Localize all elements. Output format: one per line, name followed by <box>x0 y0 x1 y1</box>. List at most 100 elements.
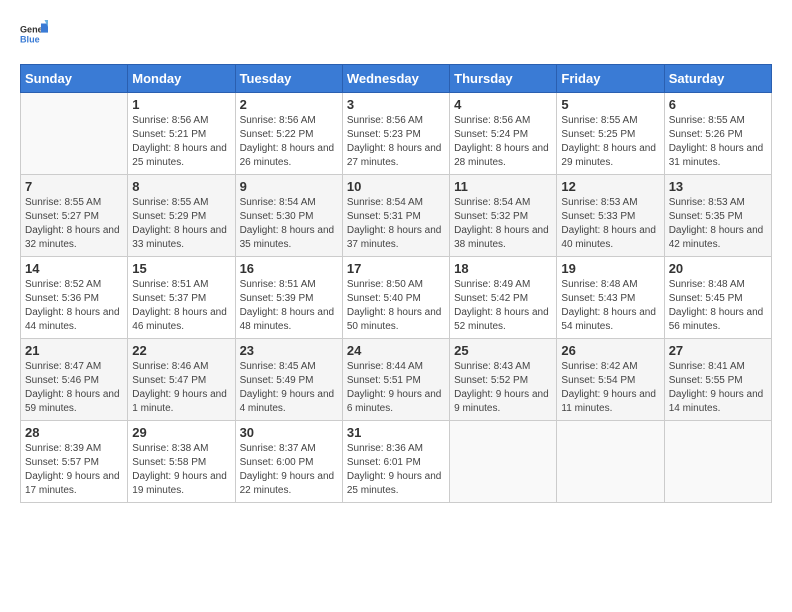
day-number: 14 <box>25 261 123 276</box>
day-info: Sunrise: 8:43 AMSunset: 5:52 PMDaylight:… <box>454 360 552 416</box>
calendar-cell: 27Sunrise: 8:41 AMSunset: 5:55 PMDayligh… <box>664 339 771 421</box>
calendar-cell: 8Sunrise: 8:55 AMSunset: 5:29 PMDaylight… <box>128 175 235 257</box>
calendar-cell: 6 Sunrise: 8:55 AMSunset: 5:26 PMDaylight… <box>664 93 771 175</box>
day-info: Sunrise: 8:54 AMSunset: 5:30 PMDaylight:… <box>240 196 338 252</box>
day-number: 16 <box>240 261 338 276</box>
day-info: Sunrise: 8:55 AMSunset: 5:25 PMDaylight:… <box>561 114 659 170</box>
calendar-cell: 31 Sunrise: 8:36 AMSunset: 6:01 PMDayligh… <box>342 421 449 503</box>
day-info: Sunrise: 8:42 AMSunset: 5:54 PMDaylight:… <box>561 360 659 416</box>
calendar-table: SundayMondayTuesdayWednesdayThursdayFrid… <box>20 64 772 503</box>
day-info: Sunrise: 8:53 AMSunset: 5:35 PMDaylight:… <box>669 196 767 252</box>
day-number: 11 <box>454 179 552 194</box>
weekday-header-saturday: Saturday <box>664 65 771 93</box>
day-number: 31 <box>347 425 445 440</box>
weekday-header-wednesday: Wednesday <box>342 65 449 93</box>
weekday-header-monday: Monday <box>128 65 235 93</box>
day-info: Sunrise: 8:52 AMSunset: 5:36 PMDaylight:… <box>25 278 123 334</box>
weekday-header-thursday: Thursday <box>450 65 557 93</box>
calendar-cell: 30 Sunrise: 8:37 AMSunset: 6:00 PMDayligh… <box>235 421 342 503</box>
calendar-cell: 23 Sunrise: 8:45 AMSunset: 5:49 PMDayligh… <box>235 339 342 421</box>
calendar-week-row: 1 Sunrise: 8:56 AMSunset: 5:21 PMDaylight… <box>21 93 772 175</box>
calendar-cell: 19Sunrise: 8:48 AMSunset: 5:43 PMDayligh… <box>557 257 664 339</box>
day-info: Sunrise: 8:54 AMSunset: 5:31 PMDaylight:… <box>347 196 445 252</box>
calendar-cell: 17 Sunrise: 8:50 AMSunset: 5:40 PMDayligh… <box>342 257 449 339</box>
calendar-cell: 3 Sunrise: 8:56 AMSunset: 5:23 PMDaylight… <box>342 93 449 175</box>
day-info: Sunrise: 8:38 AMSunset: 5:58 PMDaylight:… <box>132 442 230 498</box>
day-number: 15 <box>132 261 230 276</box>
calendar-cell: 1 Sunrise: 8:56 AMSunset: 5:21 PMDaylight… <box>128 93 235 175</box>
calendar-cell: 25 Sunrise: 8:43 AMSunset: 5:52 PMDayligh… <box>450 339 557 421</box>
day-info: Sunrise: 8:39 AMSunset: 5:57 PMDaylight:… <box>25 442 123 498</box>
calendar-cell: 26 Sunrise: 8:42 AMSunset: 5:54 PMDayligh… <box>557 339 664 421</box>
day-info: Sunrise: 8:37 AMSunset: 6:00 PMDaylight:… <box>240 442 338 498</box>
header: General Blue <box>20 20 772 48</box>
day-info: Sunrise: 8:36 AMSunset: 6:01 PMDaylight:… <box>347 442 445 498</box>
calendar-cell: 9Sunrise: 8:54 AMSunset: 5:30 PMDaylight… <box>235 175 342 257</box>
day-info: Sunrise: 8:48 AMSunset: 5:43 PMDaylight:… <box>561 278 659 334</box>
calendar-cell <box>21 93 128 175</box>
day-number: 7 <box>25 179 123 194</box>
day-number: 29 <box>132 425 230 440</box>
day-number: 24 <box>347 343 445 358</box>
day-number: 13 <box>669 179 767 194</box>
day-info: Sunrise: 8:54 AMSunset: 5:32 PMDaylight:… <box>454 196 552 252</box>
day-number: 17 <box>347 261 445 276</box>
calendar-cell: 20 Sunrise: 8:48 AMSunset: 5:45 PMDayligh… <box>664 257 771 339</box>
day-number: 20 <box>669 261 767 276</box>
day-number: 12 <box>561 179 659 194</box>
day-number: 6 <box>669 97 767 112</box>
calendar-cell: 28 Sunrise: 8:39 AMSunset: 5:57 PMDayligh… <box>21 421 128 503</box>
calendar-cell: 2Sunrise: 8:56 AMSunset: 5:22 PMDaylight… <box>235 93 342 175</box>
logo: General Blue <box>20 20 48 48</box>
day-info: Sunrise: 8:44 AMSunset: 5:51 PMDaylight:… <box>347 360 445 416</box>
day-number: 4 <box>454 97 552 112</box>
day-info: Sunrise: 8:50 AMSunset: 5:40 PMDaylight:… <box>347 278 445 334</box>
day-number: 30 <box>240 425 338 440</box>
calendar-cell: 4Sunrise: 8:56 AMSunset: 5:24 PMDaylight… <box>450 93 557 175</box>
calendar-cell: 12 Sunrise: 8:53 AMSunset: 5:33 PMDayligh… <box>557 175 664 257</box>
day-number: 1 <box>132 97 230 112</box>
calendar-cell: 18 Sunrise: 8:49 AMSunset: 5:42 PMDayligh… <box>450 257 557 339</box>
day-info: Sunrise: 8:55 AMSunset: 5:26 PMDaylight:… <box>669 114 767 170</box>
day-info: Sunrise: 8:47 AMSunset: 5:46 PMDaylight:… <box>25 360 123 416</box>
calendar-cell: 14 Sunrise: 8:52 AMSunset: 5:36 PMDayligh… <box>21 257 128 339</box>
day-info: Sunrise: 8:46 AMSunset: 5:47 PMDaylight:… <box>132 360 230 416</box>
day-number: 26 <box>561 343 659 358</box>
calendar-cell <box>450 421 557 503</box>
day-info: Sunrise: 8:55 AMSunset: 5:29 PMDaylight:… <box>132 196 230 252</box>
calendar-cell <box>664 421 771 503</box>
calendar-cell: 16 Sunrise: 8:51 AMSunset: 5:39 PMDayligh… <box>235 257 342 339</box>
day-info: Sunrise: 8:45 AMSunset: 5:49 PMDaylight:… <box>240 360 338 416</box>
calendar-week-row: 21 Sunrise: 8:47 AMSunset: 5:46 PMDayligh… <box>21 339 772 421</box>
calendar-cell: 29 Sunrise: 8:38 AMSunset: 5:58 PMDayligh… <box>128 421 235 503</box>
day-number: 23 <box>240 343 338 358</box>
day-number: 21 <box>25 343 123 358</box>
day-number: 18 <box>454 261 552 276</box>
weekday-header-friday: Friday <box>557 65 664 93</box>
calendar-cell <box>557 421 664 503</box>
weekday-header-tuesday: Tuesday <box>235 65 342 93</box>
day-number: 3 <box>347 97 445 112</box>
day-info: Sunrise: 8:56 AMSunset: 5:23 PMDaylight:… <box>347 114 445 170</box>
calendar-cell: 24 Sunrise: 8:44 AMSunset: 5:51 PMDayligh… <box>342 339 449 421</box>
day-info: Sunrise: 8:49 AMSunset: 5:42 PMDaylight:… <box>454 278 552 334</box>
day-info: Sunrise: 8:51 AMSunset: 5:37 PMDaylight:… <box>132 278 230 334</box>
calendar-week-row: 14 Sunrise: 8:52 AMSunset: 5:36 PMDayligh… <box>21 257 772 339</box>
calendar-cell: 15 Sunrise: 8:51 AMSunset: 5:37 PMDayligh… <box>128 257 235 339</box>
weekday-header-row: SundayMondayTuesdayWednesdayThursdayFrid… <box>21 65 772 93</box>
calendar-cell: 21 Sunrise: 8:47 AMSunset: 5:46 PMDayligh… <box>21 339 128 421</box>
day-info: Sunrise: 8:48 AMSunset: 5:45 PMDaylight:… <box>669 278 767 334</box>
day-info: Sunrise: 8:56 AMSunset: 5:21 PMDaylight:… <box>132 114 230 170</box>
calendar-cell: 13 Sunrise: 8:53 AMSunset: 5:35 PMDayligh… <box>664 175 771 257</box>
calendar-cell: 10Sunrise: 8:54 AMSunset: 5:31 PMDayligh… <box>342 175 449 257</box>
weekday-header-sunday: Sunday <box>21 65 128 93</box>
day-info: Sunrise: 8:55 AMSunset: 5:27 PMDaylight:… <box>25 196 123 252</box>
day-number: 28 <box>25 425 123 440</box>
day-number: 22 <box>132 343 230 358</box>
calendar-cell: 5Sunrise: 8:55 AMSunset: 5:25 PMDaylight… <box>557 93 664 175</box>
day-info: Sunrise: 8:53 AMSunset: 5:33 PMDaylight:… <box>561 196 659 252</box>
day-info: Sunrise: 8:51 AMSunset: 5:39 PMDaylight:… <box>240 278 338 334</box>
calendar-cell: 22 Sunrise: 8:46 AMSunset: 5:47 PMDayligh… <box>128 339 235 421</box>
day-number: 25 <box>454 343 552 358</box>
day-info: Sunrise: 8:56 AMSunset: 5:22 PMDaylight:… <box>240 114 338 170</box>
